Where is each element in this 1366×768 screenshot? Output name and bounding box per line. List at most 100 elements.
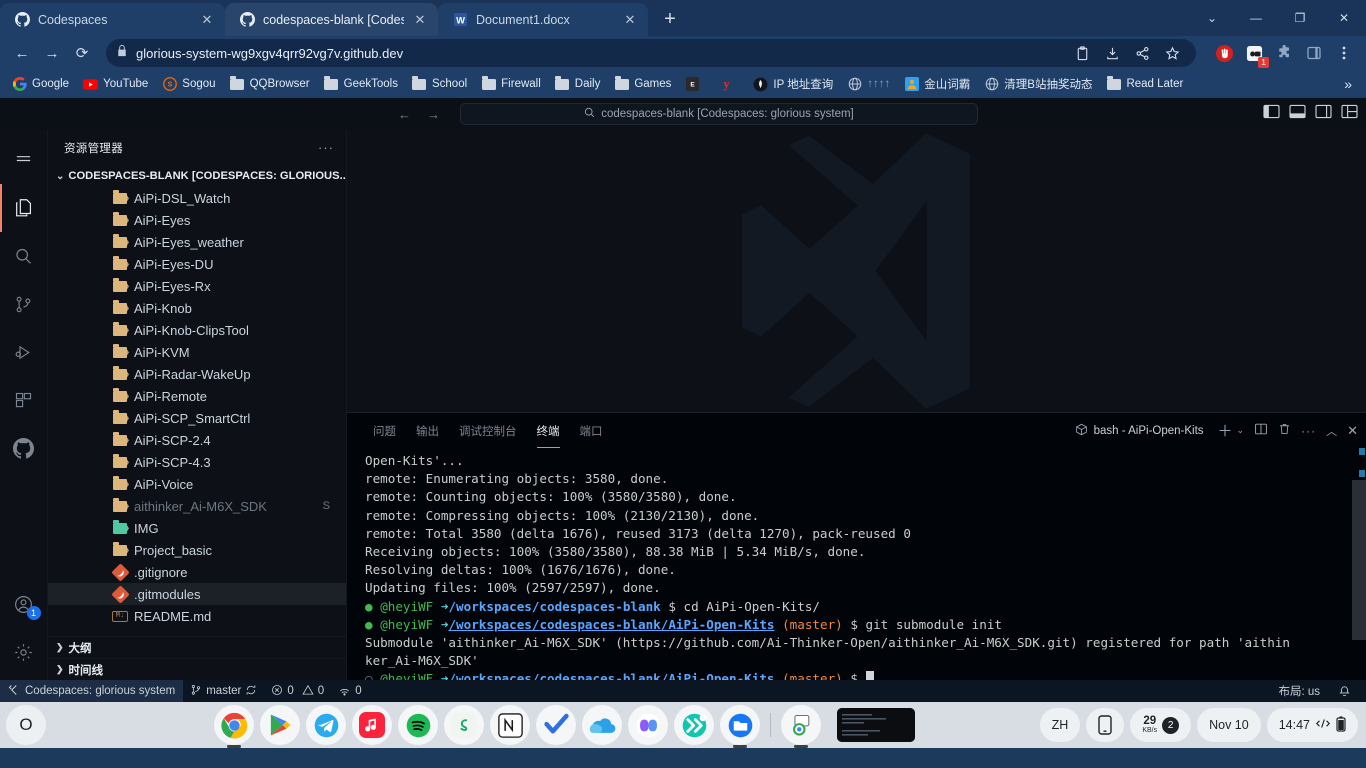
forward-button[interactable]: →	[38, 39, 66, 67]
bookmark-daily[interactable]: Daily	[549, 74, 607, 95]
run-debug-icon[interactable]	[0, 328, 48, 376]
todoist-check-icon[interactable]	[536, 705, 576, 745]
maximize-panel-icon[interactable]: ︿	[1326, 423, 1337, 439]
explorer-root-folder[interactable]: ⌄ CODESPACES-BLANK [CODESPACES: GLORIOUS…	[48, 165, 346, 187]
sidebar-section-outline[interactable]: ❯ 大纲	[48, 636, 346, 658]
new-terminal-icon[interactable]: ＋	[1218, 420, 1233, 441]
terminal-scrollbar[interactable]	[1352, 448, 1366, 680]
panel-tab-debug-console[interactable]: 调试控制台	[449, 413, 527, 448]
toggle-panel-icon[interactable]	[1289, 104, 1306, 124]
notifications-bell-icon[interactable]	[1331, 680, 1358, 702]
fast-forward-icon[interactable]	[674, 705, 714, 745]
back-button[interactable]: ←	[8, 39, 36, 67]
close-panel-icon[interactable]: ✕	[1347, 423, 1358, 439]
file-tree-row[interactable]: .gitignore	[48, 561, 346, 583]
reload-button[interactable]: ⟳	[68, 39, 96, 67]
kill-terminal-icon[interactable]	[1278, 422, 1291, 439]
file-tree-row[interactable]: ❯AiPi-Knob-ClipsTool	[48, 319, 346, 341]
file-explorer-icon[interactable]	[720, 705, 760, 745]
bookmark-yandex[interactable]: y	[713, 74, 745, 95]
panel-tab-ports[interactable]: 端口	[570, 413, 613, 448]
bookmark-games[interactable]: Games	[608, 74, 677, 95]
more-actions-icon[interactable]: ···	[1301, 424, 1316, 438]
github-icon[interactable]	[0, 424, 48, 472]
bookmark-bilibili-cleanup[interactable]: 清理B站抽奖动态	[978, 73, 1098, 95]
date-indicator[interactable]: Nov 10	[1197, 708, 1261, 742]
file-tree-row[interactable]: ❯AiPi-DSL_Watch	[48, 187, 346, 209]
start-button[interactable]: O	[6, 705, 46, 745]
file-tree-row[interactable]: ❯AiPi-Eyes-Rx	[48, 275, 346, 297]
command-center[interactable]: codespaces-blank [Codespaces: glorious s…	[460, 103, 978, 125]
phone-link-icon[interactable]	[1086, 708, 1125, 742]
clipboard-icon[interactable]	[1068, 39, 1096, 67]
bookmark-epic[interactable]: E	[679, 74, 711, 95]
bookmark-geektools[interactable]: GeekTools	[318, 74, 404, 95]
bookmarks-overflow-button[interactable]: »	[1336, 76, 1360, 92]
bookmark-firewall[interactable]: Firewall	[475, 74, 547, 95]
status-remote-indicator[interactable]: Codespaces: glorious system	[0, 680, 184, 702]
split-terminal-icon[interactable]	[1254, 422, 1268, 439]
browser-tab-0[interactable]: Codespaces ✕	[0, 3, 225, 36]
browser-tab-1[interactable]: codespaces-blank [Codespaces ✕	[225, 3, 438, 36]
terminal-tab[interactable]: bash - AiPi-Open-Kits	[1075, 423, 1204, 439]
go-back-button[interactable]: ←	[398, 107, 411, 122]
browser-tab-2[interactable]: W Document1.docx ✕	[438, 3, 648, 36]
settings-gear-icon[interactable]	[0, 628, 48, 676]
bookmark-qqbrowser[interactable]: QQBrowser	[224, 74, 316, 95]
status-branch[interactable]: master	[183, 680, 264, 702]
chrome-menu-icon[interactable]	[1330, 39, 1358, 67]
close-icon[interactable]: ✕	[622, 12, 638, 28]
accounts-icon[interactable]: 1	[0, 580, 48, 628]
ime-indicator[interactable]: ZH	[1039, 708, 1081, 742]
install-icon[interactable]	[1098, 39, 1126, 67]
terminal-window-thumbnail[interactable]	[837, 708, 915, 742]
toggle-secondary-sidebar-icon[interactable]	[1315, 104, 1332, 124]
battery-icon[interactable]	[1336, 715, 1346, 735]
bookmark-school[interactable]: School	[406, 74, 473, 95]
file-tree-row[interactable]: ❯AiPi-Voice	[48, 473, 346, 495]
go-forward-button[interactable]: →	[427, 107, 440, 122]
notion-icon[interactable]	[490, 705, 530, 745]
close-icon[interactable]: ✕	[412, 12, 428, 28]
search-icon[interactable]	[0, 232, 48, 280]
close-window-button[interactable]: ✕	[1322, 3, 1366, 33]
apple-music-icon[interactable]	[352, 705, 392, 745]
sidebar-section-timeline[interactable]: ❯ 时间线	[48, 658, 346, 680]
file-tree-row[interactable]: ❯aithinker_Ai-M6X_SDKS	[48, 495, 346, 517]
file-tree-row[interactable]: ❯AiPi-Eyes	[48, 209, 346, 231]
telegram-icon[interactable]	[306, 705, 346, 745]
explorer-icon[interactable]	[0, 184, 48, 232]
status-problems[interactable]: 0 0	[264, 680, 331, 702]
file-tree-row[interactable]: ❯AiPi-Eyes_weather	[48, 231, 346, 253]
bookmark-star-icon[interactable]	[1158, 39, 1186, 67]
share-icon[interactable]	[1128, 39, 1156, 67]
file-tree-row[interactable]: ❯AiPi-SCP-2.4	[48, 429, 346, 451]
side-panel-icon[interactable]	[1300, 39, 1328, 67]
file-tree-row[interactable]: ❯AiPi-Knob	[48, 297, 346, 319]
bookmark-sogou[interactable]: S Sogou	[156, 74, 221, 95]
network-icon[interactable]	[1315, 717, 1331, 733]
puzzle-extensions-icon[interactable]	[1270, 39, 1298, 67]
customize-layout-icon[interactable]	[1341, 104, 1358, 124]
address-bar[interactable]: glorious-system-wg9xgv4qrr92vg7v.github.…	[106, 39, 1196, 67]
tab-search-icon[interactable]: ⌄	[1190, 3, 1234, 33]
bookmark-ip-lookup[interactable]: IP 地址查询	[747, 73, 839, 95]
clock-and-status[interactable]: 14:47	[1266, 708, 1358, 742]
close-icon[interactable]: ✕	[199, 12, 215, 28]
terminal-dropdown-icon[interactable]: ⌄	[1237, 425, 1245, 436]
file-tree-row[interactable]: ❯IMG	[48, 517, 346, 539]
bookmark-google[interactable]: Google	[6, 74, 75, 95]
file-tree[interactable]: ❯AiPi-DSL_Watch❯AiPi-Eyes❯AiPi-Eyes_weat…	[48, 187, 346, 636]
adblock-icon[interactable]: 1	[1240, 39, 1269, 68]
chrome-icon[interactable]	[214, 705, 254, 745]
menu-icon[interactable]	[0, 136, 48, 184]
toggle-primary-sidebar-icon[interactable]	[1263, 104, 1280, 124]
sidebar-more-actions-icon[interactable]: ···	[318, 140, 334, 155]
bookmark-kingsoft[interactable]: 金山词霸	[898, 73, 976, 95]
onedrive-icon[interactable]	[582, 705, 622, 745]
minimize-button[interactable]: —	[1234, 3, 1278, 33]
copilot-icon[interactable]	[628, 705, 668, 745]
file-tree-row[interactable]: ❯AiPi-SCP_SmartCtrl	[48, 407, 346, 429]
extensions-icon[interactable]	[0, 376, 48, 424]
bookmark-read-later[interactable]: Read Later	[1100, 74, 1189, 95]
